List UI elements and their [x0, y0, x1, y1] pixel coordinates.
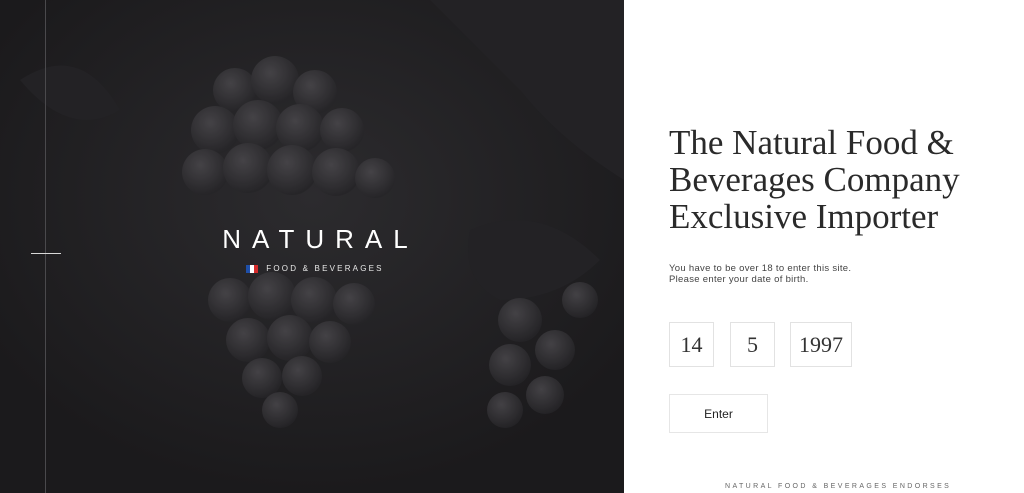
logo-wordmark: NATURAL [222, 224, 419, 254]
france-flag-icon [246, 264, 259, 273]
endorse-text: NATURAL FOOD & BEVERAGES ENDORSES [725, 483, 952, 490]
enter-button[interactable]: Enter [669, 394, 768, 433]
logo-subtitle: FOOD & BEVERAGES [266, 264, 384, 273]
age-notice-line-2: Please enter your date of birth. [669, 274, 809, 285]
natural-logo: NATURAL FOOD & BEVERAGES [180, 224, 450, 273]
title-line-2: Beverages Company [669, 160, 960, 199]
birth-year-input[interactable] [790, 322, 852, 367]
age-gate-panel: The Natural Food & Beverages Company Exc… [624, 0, 1024, 493]
birth-date-fields [669, 322, 852, 367]
edge-line [45, 0, 46, 493]
age-notice: You have to be over 18 to enter this sit… [669, 263, 851, 285]
title-line-1: The Natural Food & [669, 123, 954, 162]
menu-toggle[interactable] [31, 253, 61, 254]
birth-day-input[interactable] [669, 322, 714, 367]
age-notice-line-1: You have to be over 18 to enter this sit… [669, 263, 852, 274]
logo-subtitle-row: FOOD & BEVERAGES [180, 264, 450, 273]
title-line-3: Exclusive Importer [669, 197, 939, 236]
page-title: The Natural Food & Beverages Company Exc… [669, 124, 1014, 235]
hero-panel: NATURAL FOOD & BEVERAGES [0, 0, 624, 493]
birth-month-input[interactable] [730, 322, 775, 367]
